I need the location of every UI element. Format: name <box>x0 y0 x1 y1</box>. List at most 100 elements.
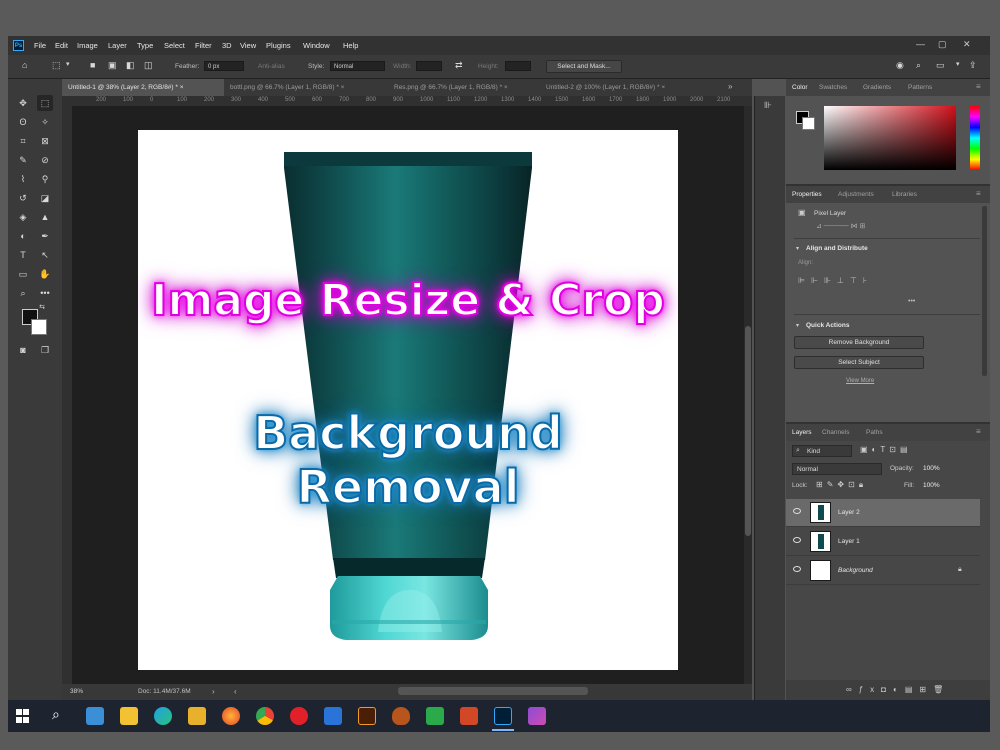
folder-icon[interactable] <box>188 707 206 725</box>
paint-bucket-icon[interactable]: ◈ <box>15 209 31 225</box>
camtasia-icon[interactable] <box>426 707 444 725</box>
color-field[interactable] <box>824 106 956 170</box>
align-section-title[interactable]: Align and Distribute <box>806 245 868 252</box>
tab-untitled-2[interactable]: Untitled-2 @ 100% (Layer 1, RGB/8#) * × <box>540 79 710 96</box>
opacity-value[interactable]: 100% <box>923 465 940 472</box>
chrome-icon[interactable] <box>256 707 274 725</box>
select-and-mask-button[interactable]: Select and Mask... <box>546 60 622 73</box>
eye-icon[interactable] <box>793 537 801 543</box>
tab-color[interactable]: Color <box>792 84 808 91</box>
explorer-icon[interactable] <box>120 707 138 725</box>
chevron-down-icon[interactable]: ▾ <box>66 60 70 68</box>
menu-edit[interactable]: Edit <box>55 41 68 50</box>
intersect-selection-icon[interactable]: ◫ <box>144 60 153 71</box>
menu-help[interactable]: Help <box>343 41 358 50</box>
healing-brush-icon[interactable]: ⊘ <box>37 152 53 168</box>
menu-filter[interactable]: Filter <box>195 41 212 50</box>
transform-w-icon[interactable]: ⊿ ───── ⋈ ⊞ <box>816 222 865 230</box>
maximize-icon[interactable]: ▢ <box>938 39 947 50</box>
properties-scrollbar[interactable] <box>982 206 987 376</box>
opera-icon[interactable] <box>290 707 308 725</box>
tab-patterns[interactable]: Patterns <box>908 84 932 91</box>
layer-row[interactable]: Background 🔒︎ <box>786 557 980 585</box>
chevron-down-icon[interactable]: ▾ <box>796 322 799 329</box>
chevron-down-icon[interactable]: ▾ <box>956 60 960 68</box>
vertical-scroll-thumb[interactable] <box>745 326 751 536</box>
background-color-swatch[interactable] <box>31 319 47 335</box>
more-tools-icon[interactable]: ••• <box>37 285 53 301</box>
tab-libraries[interactable]: Libraries <box>892 191 917 198</box>
tab-adjustments[interactable]: Adjustments <box>838 191 874 198</box>
rectangle-tool-icon[interactable]: ▭ <box>15 266 31 282</box>
tab-res[interactable]: Res.png @ 66.7% (Layer 1, RGB/8) * × <box>388 79 540 96</box>
scroll-left-icon[interactable]: ‹ <box>234 687 237 696</box>
menu-view[interactable]: View <box>240 41 256 50</box>
photoshop-icon[interactable] <box>494 707 512 725</box>
hand-tool-icon[interactable]: ✋ <box>37 266 53 282</box>
brush-tool-icon[interactable]: ⌇ <box>15 171 31 187</box>
layer-actions-icons[interactable]: ∞ƒx◘◐▤⊞🗑︎ <box>846 685 950 694</box>
layer-row[interactable]: Layer 2 <box>786 499 980 527</box>
subtract-selection-icon[interactable]: ◧ <box>126 60 135 71</box>
panel-menu-icon[interactable]: ≡ <box>976 189 981 198</box>
blend-mode-select[interactable]: Normal <box>792 463 882 475</box>
tab-channels[interactable]: Channels <box>822 429 849 436</box>
share-icon[interactable]: ⇪ <box>969 60 977 71</box>
document-canvas[interactable]: Image Resize & Crop Background Removal <box>138 130 678 670</box>
close-icon[interactable]: ✕ <box>963 39 971 50</box>
history-panel-icon[interactable]: ⊪ <box>764 100 772 111</box>
tab-bottl[interactable]: bottl.png @ 66.7% (Layer 1, RGB/8) * × <box>224 79 388 96</box>
horizontal-scroll-thumb[interactable] <box>398 687 588 695</box>
edge-icon[interactable] <box>154 707 172 725</box>
lock-icons[interactable]: ⊞✎✥⊡🔒︎ <box>816 480 867 490</box>
tab-paths[interactable]: Paths <box>866 429 883 436</box>
lasso-tool-icon[interactable]: ʘ <box>15 114 31 130</box>
marquee-preset-icon[interactable]: ⬚ <box>52 60 61 71</box>
eraser-tool-icon[interactable]: ◪ <box>37 190 53 206</box>
app2-icon[interactable] <box>528 707 546 725</box>
dodge-tool-icon[interactable]: ◐ <box>15 228 31 244</box>
menu-window[interactable]: Window <box>303 41 330 50</box>
quick-mask-icon[interactable]: ◙ <box>15 342 31 358</box>
type-tool-icon[interactable]: T <box>15 247 31 263</box>
chevron-down-icon[interactable]: ▾ <box>796 245 799 252</box>
style-select[interactable]: Normal <box>330 61 385 71</box>
screen-mode-icon[interactable]: ❐ <box>37 342 53 358</box>
add-selection-icon[interactable]: ▣ <box>108 60 117 71</box>
canvas-area[interactable]: Image Resize & Crop Background Removal <box>72 106 752 684</box>
layer-filter-select[interactable]: ⌕ Kind <box>792 445 852 457</box>
eyedropper-icon[interactable]: ✎ <box>15 152 31 168</box>
remove-background-button[interactable]: Remove Background <box>794 336 924 349</box>
more-options-icon[interactable]: ••• <box>908 298 915 305</box>
search-icon[interactable]: ⌕ <box>52 706 60 723</box>
swap-icon[interactable]: ⇄ <box>455 60 463 71</box>
feather-input[interactable]: 0 px <box>204 61 244 71</box>
eye-icon[interactable] <box>793 508 801 514</box>
minimize-icon[interactable]: — <box>916 39 925 49</box>
fill-value[interactable]: 100% <box>923 482 940 489</box>
firefox-icon[interactable] <box>222 707 240 725</box>
lock-icon[interactable]: 🔒︎ <box>958 566 962 574</box>
crop-tool-icon[interactable]: ⌗ <box>15 133 31 149</box>
eye-icon[interactable] <box>793 566 801 572</box>
blur-tool-icon[interactable]: ▲ <box>37 209 53 225</box>
marquee-tool-icon[interactable]: ⬚ <box>37 95 53 111</box>
zoom-level[interactable]: 38% <box>70 688 83 695</box>
app-icon[interactable] <box>86 707 104 725</box>
antialias-checkbox[interactable]: Anti-alias <box>258 63 285 70</box>
background-color-chip[interactable] <box>802 117 815 130</box>
history-brush-icon[interactable]: ↺ <box>15 190 31 206</box>
align-icons[interactable]: ⊫⊩⊪⊥⊤⊦ <box>798 276 873 285</box>
tab-swatches[interactable]: Swatches <box>819 84 847 91</box>
menu-type[interactable]: Type <box>137 41 153 50</box>
layer-name[interactable]: Layer 2 <box>838 509 860 516</box>
menu-layer[interactable]: Layer <box>108 41 127 50</box>
magic-wand-icon[interactable]: ✧ <box>37 114 53 130</box>
move-tool-icon[interactable]: ✥ <box>15 95 31 111</box>
stamp-tool-icon[interactable]: ⚲ <box>37 171 53 187</box>
path-select-icon[interactable]: ↖ <box>37 247 53 263</box>
shield-icon[interactable] <box>392 707 410 725</box>
powerpoint-icon[interactable] <box>460 707 478 725</box>
height-input[interactable] <box>505 61 531 71</box>
windows-icon[interactable] <box>16 709 30 723</box>
